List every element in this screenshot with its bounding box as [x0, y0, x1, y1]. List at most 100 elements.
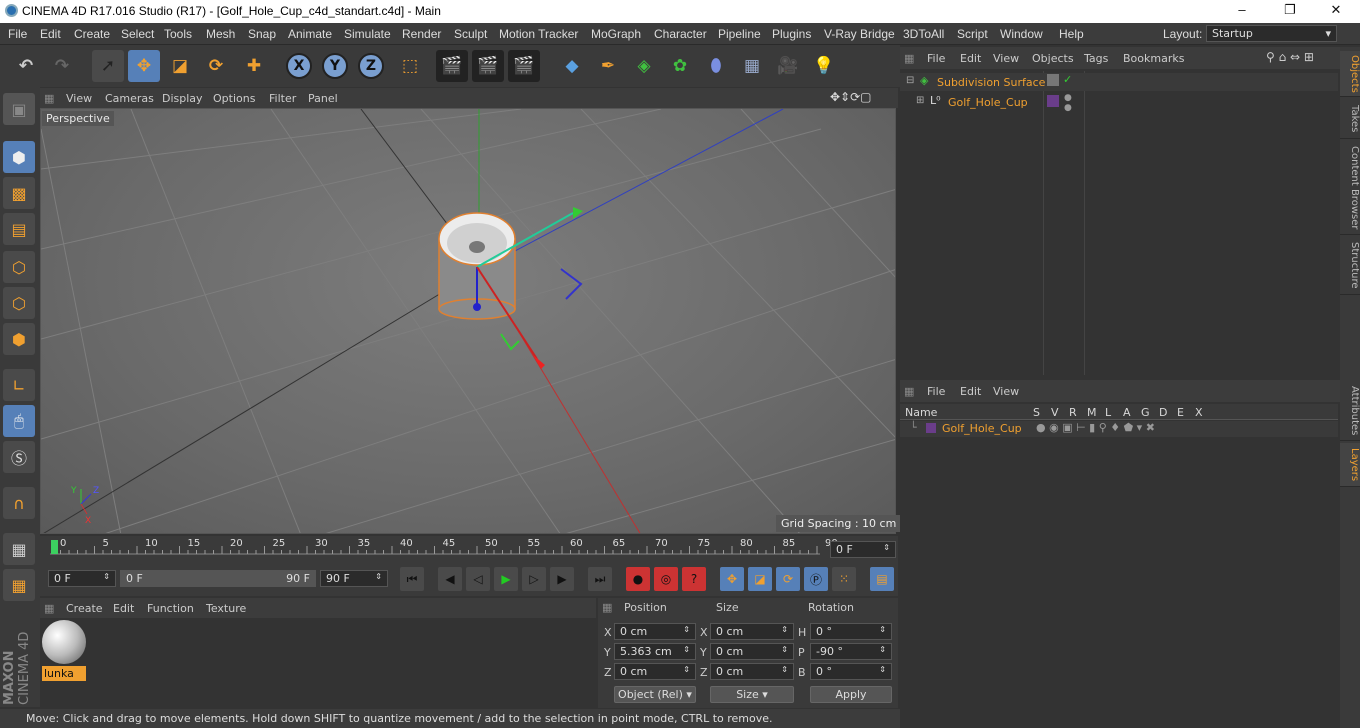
material-menu-create[interactable]: Create — [66, 602, 103, 615]
camera-button[interactable]: 🎥 — [772, 50, 804, 82]
previous-frame-button[interactable]: ◁ — [466, 567, 490, 591]
axis-mode-button[interactable]: ∟ — [3, 369, 35, 401]
render-picture-viewer-button[interactable]: 🎬 — [472, 50, 504, 82]
polygons-mode-button[interactable]: ⬢ — [3, 323, 35, 355]
texture-mode-button[interactable]: ▩ — [3, 177, 35, 209]
solo-button[interactable]: Ⓢ — [3, 441, 35, 473]
col-animation[interactable]: A — [1123, 406, 1131, 419]
object-menu-file[interactable]: File — [927, 52, 945, 65]
col-manager[interactable]: M — [1087, 406, 1097, 419]
coordinate-mode-dropdown[interactable]: Object (Rel) ▾ — [614, 686, 696, 703]
menu-animate[interactable]: Animate — [288, 27, 332, 41]
viewport-menu-display[interactable]: Display — [162, 92, 203, 105]
render-settings-button[interactable]: 🎬 — [508, 50, 540, 82]
start-frame-field[interactable]: 0 F ⇕ — [48, 570, 116, 587]
apply-button[interactable]: Apply — [810, 686, 892, 703]
key-scale-button[interactable]: ◪ — [748, 567, 772, 591]
tab-takes[interactable]: Takes — [1340, 99, 1360, 139]
locked-workplane-button[interactable]: ▦ — [3, 569, 35, 601]
scale-tool-button[interactable]: ◪ — [164, 50, 196, 82]
rot-b-field[interactable]: 0 ° ⇕ — [810, 663, 892, 680]
col-deformers[interactable]: D — [1159, 406, 1167, 419]
object-menu-view[interactable]: View — [993, 52, 1019, 65]
menu-help[interactable]: Help — [1059, 27, 1084, 41]
col-generators[interactable]: G — [1141, 406, 1150, 419]
tab-attributes[interactable]: Attributes — [1340, 381, 1360, 441]
object-menu-objects[interactable]: Objects — [1032, 52, 1074, 65]
maximize-button[interactable]: ❐ — [1270, 2, 1310, 18]
record-key-button[interactable]: ● — [626, 567, 650, 591]
timeline-button[interactable]: ▤ — [870, 567, 894, 591]
material-menu-function[interactable]: Function — [147, 602, 194, 615]
col-render[interactable]: R — [1069, 406, 1077, 419]
move-tool-button[interactable]: ✥ — [128, 50, 160, 82]
tab-structure[interactable]: Structure — [1340, 237, 1360, 295]
pen-spline-button[interactable]: ✒ — [592, 50, 624, 82]
size-z-field[interactable]: 0 cm ⇕ — [710, 663, 794, 680]
menu-file[interactable]: File — [8, 27, 27, 41]
cloner-button[interactable]: ✿ — [664, 50, 696, 82]
minimize-button[interactable]: – — [1222, 2, 1262, 17]
visibility-dots-icon[interactable]: ● ● — [1064, 93, 1072, 113]
subdivision-surface-button[interactable]: ◈ — [628, 50, 660, 82]
menu-snap[interactable]: Snap — [248, 27, 276, 41]
col-view[interactable]: V — [1051, 406, 1059, 419]
edges-mode-button[interactable]: ⬡ — [3, 287, 35, 319]
enabled-check-icon[interactable]: ✓ — [1063, 73, 1072, 86]
layer-flag-icons[interactable]: ● ◉ ▣ ⊢ ▮ ⚲ ♦ ⬟ ▾ ✖ — [1036, 421, 1155, 434]
col-expressions[interactable]: E — [1177, 406, 1184, 419]
z-axis-lock-button[interactable]: Z — [358, 53, 384, 79]
undo-button[interactable]: ↶ — [10, 50, 42, 82]
next-frame-button[interactable]: ▷ — [522, 567, 546, 591]
tweak-mode-button[interactable]: 🖱 — [3, 405, 35, 437]
object-row-subdivision[interactable]: ⊟ ◈ Subdivision Surface ✓ — [900, 73, 1338, 91]
viewport-menu-filter[interactable]: Filter — [269, 92, 296, 105]
rotate-tool-button[interactable]: ⟳ — [200, 50, 232, 82]
points-mode-button[interactable]: ⬡ — [3, 251, 35, 283]
rot-h-field[interactable]: 0 ° ⇕ — [810, 623, 892, 640]
menu-sculpt[interactable]: Sculpt — [454, 27, 487, 41]
object-menu-tags[interactable]: Tags — [1084, 52, 1108, 65]
live-selection-button[interactable]: ➚ — [92, 50, 124, 82]
workplane-button[interactable]: ▤ — [3, 213, 35, 245]
menu-plugins[interactable]: Plugins — [772, 27, 811, 41]
pos-z-field[interactable]: 0 cm ⇕ — [614, 663, 696, 680]
close-button[interactable]: ✕ — [1316, 2, 1356, 18]
autokey-button[interactable]: ◎ — [654, 567, 678, 591]
menu-3dtoall[interactable]: 3DToAll — [903, 27, 944, 41]
menu-mograph[interactable]: MoGraph — [591, 27, 641, 41]
play-button[interactable]: ▶ — [494, 567, 518, 591]
y-axis-lock-button[interactable]: Y — [322, 53, 348, 79]
x-axis-lock-button[interactable]: X — [286, 53, 312, 79]
material-menu-texture[interactable]: Texture — [206, 602, 246, 615]
layer-row-golf-hole-cup[interactable]: └ Golf_Hole_Cup ● ◉ ▣ ⊢ ▮ ⚲ ♦ ⬟ ▾ ✖ — [900, 421, 1338, 437]
snap-button[interactable]: ∩ — [3, 487, 35, 519]
floor-button[interactable]: ▦ — [736, 50, 768, 82]
layer-menu-view[interactable]: View — [993, 385, 1019, 398]
layer-color-swatch[interactable] — [1047, 95, 1059, 107]
go-to-start-button[interactable]: ⏮ — [400, 567, 424, 591]
previous-key-button[interactable]: ◀ — [438, 567, 462, 591]
key-rotation-button[interactable]: ⟳ — [776, 567, 800, 591]
object-menu-bookmarks[interactable]: Bookmarks — [1123, 52, 1184, 65]
go-to-end-button[interactable]: ⏭ — [588, 567, 612, 591]
playhead[interactable] — [51, 540, 58, 554]
object-row-golf-hole-cup[interactable]: ⊞ L⁰ Golf_Hole_Cup ● ● — [900, 93, 1338, 113]
size-mode-dropdown[interactable]: Size ▾ — [710, 686, 794, 703]
perspective-viewport[interactable]: Y Z X — [40, 108, 896, 534]
viewport-navigation-icons[interactable]: ✥⇕⟳▢ — [830, 90, 872, 104]
tab-content-browser[interactable]: Content Browser — [1340, 141, 1360, 235]
layer-menu-edit[interactable]: Edit — [960, 385, 981, 398]
menu-edit[interactable]: Edit — [40, 27, 61, 41]
coordinate-system-button[interactable]: ⬚ — [394, 50, 426, 82]
layer-color-swatch[interactable] — [926, 423, 936, 433]
size-x-field[interactable]: 0 cm ⇕ — [710, 623, 794, 640]
col-locked[interactable]: L — [1105, 406, 1111, 419]
col-solo[interactable]: S — [1033, 406, 1040, 419]
model-mode-button[interactable]: ⬢ — [3, 141, 35, 173]
rot-p-field[interactable]: -90 ° ⇕ — [810, 643, 892, 660]
menu-render[interactable]: Render — [402, 27, 441, 41]
workplane-lock-button[interactable]: ▦ — [3, 533, 35, 565]
menu-simulate[interactable]: Simulate — [344, 27, 391, 41]
menu-window[interactable]: Window — [1000, 27, 1043, 41]
